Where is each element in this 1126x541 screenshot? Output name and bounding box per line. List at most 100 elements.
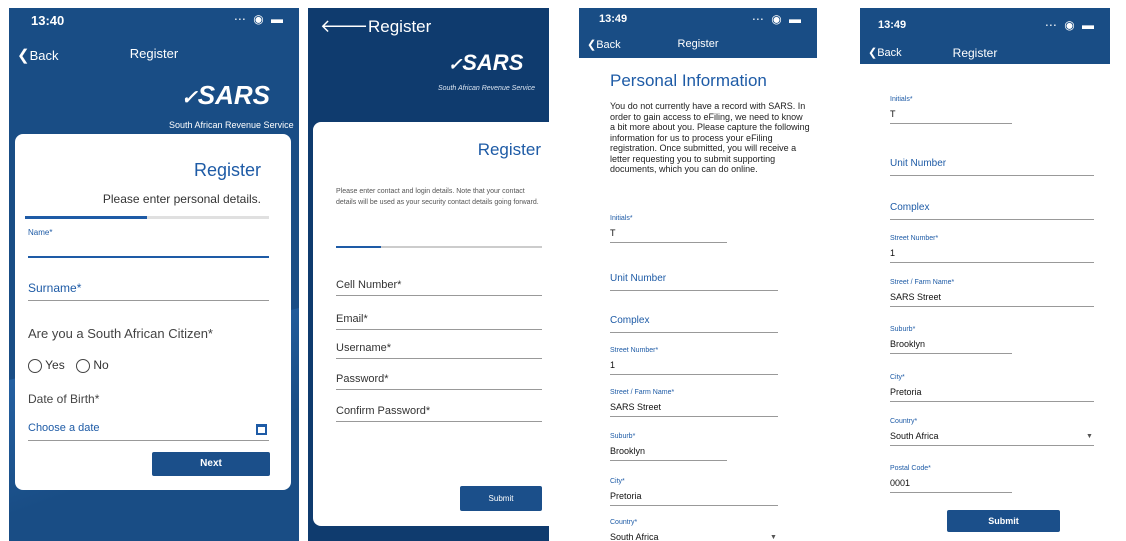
- next-button[interactable]: Next: [152, 452, 270, 476]
- street-name-input[interactable]: SARS Street: [610, 402, 661, 412]
- street-number-input[interactable]: 1: [890, 248, 895, 258]
- status-bar: 13:49 ⋯ ◉ ▬: [860, 14, 1110, 38]
- country-input[interactable]: South Africa: [890, 431, 939, 441]
- nav-bar: ❮Back Register: [9, 40, 299, 70]
- dob-input[interactable]: Choose a date: [28, 422, 100, 434]
- screen-address-details: 13:49 ⋯ ◉ ▬ ❮Back Register Initials* T Uni…: [860, 8, 1110, 541]
- dropdown-arrow-icon[interactable]: ▼: [1086, 433, 1093, 440]
- street-name-input[interactable]: SARS Street: [890, 292, 941, 302]
- status-time: 13:49: [599, 13, 628, 25]
- sars-logo: ✓SARS: [181, 80, 271, 110]
- arrow-left-icon[interactable]: 🡐: [320, 16, 368, 37]
- postal-code-label: Postal Code*: [890, 465, 931, 472]
- screen-personal-information: 13:49 ⋯ ◉ ▬ ❮Back Register Personal Info…: [579, 8, 817, 541]
- signal-battery-icon: ⋯ ◉ ▬: [751, 12, 803, 26]
- initials-input[interactable]: T: [610, 228, 616, 238]
- citizen-question: Are you a South African Citizen*: [28, 326, 213, 341]
- country-input[interactable]: South Africa: [610, 532, 659, 541]
- city-input[interactable]: Pretoria: [610, 491, 642, 501]
- field-4-input[interactable]: Confirm Password*: [336, 405, 430, 417]
- screen-register-personal: 13:40 ⋯ ◉ ▬ ❮Back Register ✓SARS South A…: [9, 8, 299, 541]
- country-label: Country*: [610, 519, 638, 526]
- field-underline: [336, 389, 542, 390]
- dob-label: Date of Birth*: [28, 392, 100, 406]
- complex-input[interactable]: Complex: [610, 315, 649, 326]
- suburb-label: Suburb*: [890, 326, 916, 333]
- nav-title: Register: [952, 46, 998, 60]
- surname-input[interactable]: Surname*: [28, 281, 81, 295]
- postal-code-input[interactable]: 0001: [890, 478, 910, 488]
- suburb-input[interactable]: Brooklyn: [610, 446, 645, 456]
- field-underline: [890, 262, 1094, 263]
- initials-label: Initials*: [610, 215, 633, 222]
- status-time: 13:40: [31, 13, 65, 28]
- status-time: 13:49: [878, 19, 907, 31]
- nav-bar: 🡐 Register: [308, 14, 549, 42]
- page-heading: Personal Information: [610, 71, 767, 90]
- radio-circle-icon: [76, 358, 91, 373]
- submit-button[interactable]: Submit: [947, 510, 1060, 532]
- suburb-input[interactable]: Brooklyn: [890, 339, 925, 349]
- field-0-input[interactable]: Cell Number*: [336, 279, 401, 291]
- field-2-input[interactable]: Username*: [336, 342, 391, 354]
- calendar-icon[interactable]: [256, 424, 267, 435]
- complex-input[interactable]: Complex: [890, 202, 929, 213]
- card-description: Please enter contact and login details. …: [336, 188, 539, 206]
- field-underline: [336, 295, 542, 296]
- nav-title: Register: [677, 38, 719, 50]
- submit-button[interactable]: Submit: [460, 486, 542, 511]
- progress-fill: [336, 246, 382, 248]
- street-number-label: Street Number*: [890, 235, 939, 242]
- radio-circle-icon: [28, 358, 42, 373]
- nav-bar: ❮Back Register: [579, 32, 817, 62]
- dropdown-arrow-icon[interactable]: ▼: [770, 534, 777, 541]
- logo-subtitle: South African Revenue Service: [169, 120, 294, 130]
- sars-swoosh-icon: ✓: [448, 55, 463, 74]
- register-card: Register Please enter contact and login …: [313, 122, 549, 526]
- status-bar: 13:40 ⋯ ◉ ▬: [9, 8, 299, 32]
- field-3-input[interactable]: Password*: [336, 373, 389, 385]
- nav-bar: ❮Back Register: [860, 40, 1110, 70]
- field-underline: [610, 416, 778, 417]
- field-underline: [890, 445, 1094, 446]
- unit-number-input[interactable]: Unit Number: [610, 273, 666, 284]
- intro-text: You do not currently have a record with …: [610, 101, 810, 174]
- name-input[interactable]: [28, 238, 269, 258]
- field-underline: [890, 492, 1012, 493]
- field-underline: [610, 290, 778, 291]
- field-underline: [890, 175, 1094, 176]
- dob-underline: [28, 440, 269, 441]
- suburb-label: Suburb*: [610, 433, 636, 440]
- field-underline: [890, 219, 1094, 220]
- nav-title: Register: [368, 17, 432, 36]
- field-1-input[interactable]: Email*: [336, 313, 368, 325]
- sars-swoosh-icon: ✓: [181, 87, 198, 109]
- yes-radio[interactable]: Yes: [28, 358, 65, 373]
- no-radio[interactable]: No: [76, 358, 109, 373]
- city-label: City*: [890, 374, 905, 381]
- country-label: Country*: [890, 418, 918, 425]
- citizen-radio-group: Yes No: [28, 358, 109, 373]
- street-number-input[interactable]: 1: [610, 360, 615, 370]
- unit-number-input[interactable]: Unit Number: [890, 158, 946, 169]
- city-input[interactable]: Pretoria: [890, 387, 922, 397]
- street-name-label: Street / Farm Name*: [890, 279, 955, 286]
- field-underline: [336, 358, 542, 359]
- field-underline: [890, 353, 1012, 354]
- city-label: City*: [610, 478, 625, 485]
- progress-fill: [25, 216, 147, 219]
- name-label: Name*: [28, 228, 53, 237]
- screen-register-contact: 🡐 Register ✓SARS South African Revenue S…: [308, 8, 549, 541]
- field-underline: [610, 374, 778, 375]
- street-number-label: Street Number*: [610, 347, 659, 354]
- field-underline: [890, 123, 1012, 124]
- card-title: Register: [193, 160, 261, 180]
- sars-logo: ✓SARS: [448, 50, 524, 75]
- logo-subtitle: South African Revenue Service: [438, 85, 536, 92]
- status-bar: 13:49 ⋯ ◉ ▬: [579, 8, 817, 32]
- signal-battery-icon: ⋯ ◉ ▬: [1044, 18, 1096, 32]
- initials-input[interactable]: T: [890, 109, 896, 119]
- field-underline: [610, 505, 778, 506]
- register-card: Register Please enter personal details. …: [15, 134, 291, 490]
- street-name-label: Street / Farm Name*: [610, 389, 675, 396]
